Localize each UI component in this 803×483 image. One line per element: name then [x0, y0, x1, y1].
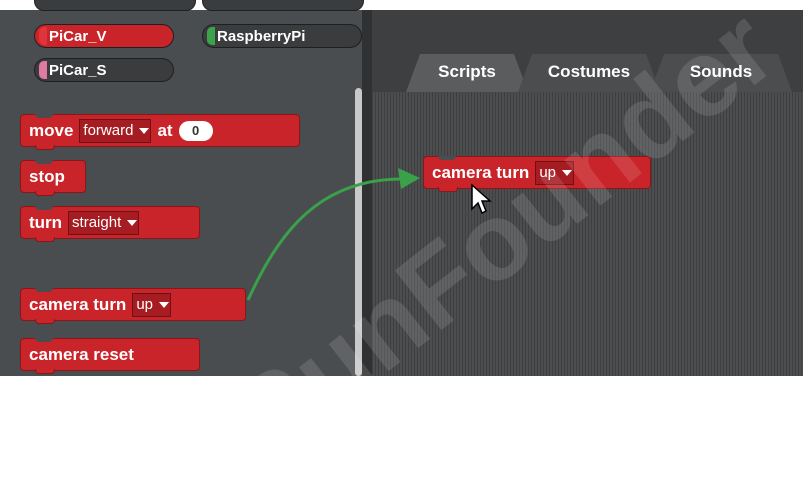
category-partial-left[interactable]: [34, 0, 196, 11]
category-color-swatch: [207, 27, 215, 45]
category-picar-v[interactable]: PiCar_V: [34, 24, 174, 48]
direction-dropdown[interactable]: forward: [79, 118, 152, 143]
dropdown-arrow-icon: [136, 120, 150, 142]
category-label: RaspberryPi: [217, 28, 306, 45]
dropdown-value: straight: [72, 214, 122, 231]
block-label: stop: [29, 166, 65, 186]
stop-block[interactable]: stop: [20, 160, 86, 196]
camera-reset-block[interactable]: camera reset: [20, 338, 200, 374]
category-label: PiCar_V: [49, 28, 107, 45]
category-raspberrypi[interactable]: RaspberryPi: [202, 24, 362, 48]
turn-dropdown[interactable]: straight: [68, 210, 140, 235]
dropdown-arrow-icon: [124, 212, 138, 234]
speed-number-input[interactable]: 0: [178, 120, 213, 141]
category-color-swatch: [39, 61, 47, 79]
camera-direction-dropdown[interactable]: up: [132, 292, 172, 317]
tab-scripts[interactable]: Scripts: [406, 54, 528, 92]
block-label: camera turn: [29, 294, 127, 314]
block-label: turn: [29, 212, 63, 232]
category-partial-right[interactable]: [202, 0, 364, 11]
camera-turn-block[interactable]: camera turn up: [20, 288, 246, 324]
block-label: move: [29, 120, 74, 140]
block-label: camera reset: [29, 344, 134, 364]
dropdown-value: forward: [83, 122, 134, 139]
category-label: PiCar_S: [49, 62, 107, 79]
category-color-swatch: [39, 27, 47, 45]
dropdown-value: up: [136, 296, 154, 313]
dropdown-arrow-icon: [156, 294, 170, 316]
category-picar-s[interactable]: PiCar_S: [34, 58, 174, 82]
block-label-at: at: [157, 120, 173, 140]
move-block[interactable]: move forward at 0: [20, 114, 300, 150]
turn-block[interactable]: turn straight: [20, 206, 200, 242]
